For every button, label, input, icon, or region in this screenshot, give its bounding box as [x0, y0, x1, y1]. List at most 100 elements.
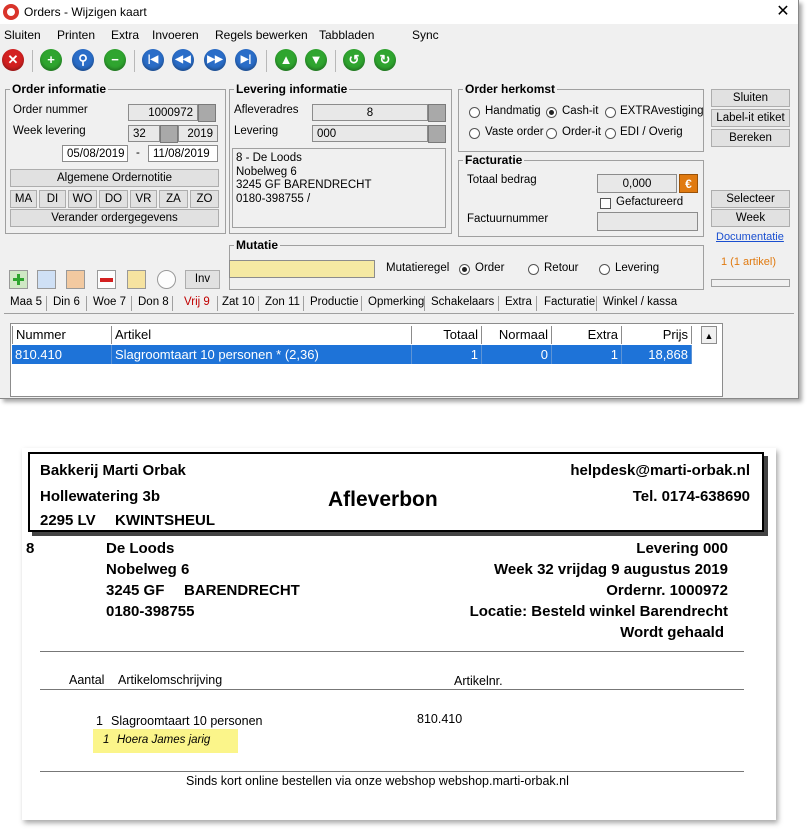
- tab-zon-11[interactable]: Zon 11: [265, 296, 300, 308]
- search-icon[interactable]: ⚲: [72, 49, 94, 71]
- day-zo-button[interactable]: ZO: [190, 190, 219, 208]
- day-di-button[interactable]: DI: [39, 190, 66, 208]
- calculate-button[interactable]: Bereken: [711, 129, 790, 147]
- day-ma-button[interactable]: MA: [10, 190, 37, 208]
- origin-edi-radio[interactable]: [605, 128, 616, 139]
- next-icon[interactable]: ▶▶: [204, 49, 226, 71]
- week-button-side[interactable]: Week: [711, 209, 790, 227]
- column-header-artikel[interactable]: Artikel: [112, 326, 412, 344]
- folder-icon[interactable]: [66, 270, 85, 289]
- notes-icon[interactable]: [127, 270, 146, 289]
- invoice-number-field[interactable]: [597, 212, 698, 231]
- date-to-field[interactable]: 11/08/2019: [148, 145, 218, 162]
- change-order-data-button[interactable]: Verander ordergegevens: [10, 209, 219, 227]
- tab-opmerking[interactable]: Opmerking: [368, 296, 424, 308]
- orders-window: Orders - Wijzigen kaart ✕ Sluiten Printe…: [0, 0, 799, 399]
- origin-cashit-radio[interactable]: [546, 107, 557, 118]
- address-lookup-button[interactable]: [428, 104, 446, 122]
- week-field[interactable]: 32: [128, 125, 160, 142]
- column-header-nummer[interactable]: Nummer: [12, 326, 112, 344]
- address-field[interactable]: 8: [312, 104, 428, 121]
- delivery-field[interactable]: 000: [312, 125, 428, 142]
- toolbar-separator: [32, 50, 33, 72]
- divider: [40, 651, 744, 652]
- tab-extra[interactable]: Extra: [505, 296, 532, 308]
- tab-schakelaars[interactable]: Schakelaars: [431, 296, 494, 308]
- tab-din-6[interactable]: Din 6: [53, 296, 80, 308]
- add-row-icon[interactable]: [9, 270, 28, 289]
- address-line: 0180-398755 /: [236, 192, 311, 205]
- mutation-order-radio[interactable]: [459, 264, 470, 275]
- general-order-note-button[interactable]: Algemene Ordernotitie: [10, 169, 219, 187]
- order-number-field: 1000972: [128, 104, 198, 121]
- toolbar-separator: [134, 50, 135, 72]
- column-header-totaal[interactable]: Totaal: [412, 326, 482, 344]
- year-field[interactable]: 2019: [178, 125, 218, 142]
- mutation-levering-label: Levering: [615, 262, 660, 274]
- day-za-button[interactable]: ZA: [159, 190, 188, 208]
- prev-icon[interactable]: ◀◀: [172, 49, 194, 71]
- column-description: Artikelomschrijving: [118, 673, 223, 687]
- close-red-icon[interactable]: ✕: [2, 49, 24, 71]
- column-header-normaal[interactable]: Normaal: [482, 326, 552, 344]
- company-name: Bakkerij Marti Orbak: [40, 462, 186, 479]
- origin-extravestiging-radio[interactable]: [605, 107, 616, 118]
- money-icon[interactable]: [37, 270, 56, 289]
- company-phone: Tel. 0174-638690: [632, 488, 750, 505]
- close-button[interactable]: Sluiten: [711, 89, 790, 107]
- day-wo-button[interactable]: WO: [68, 190, 97, 208]
- origin-orderit-radio[interactable]: [546, 128, 557, 139]
- menu-regels-bewerken[interactable]: Regels bewerken: [215, 28, 308, 42]
- first-icon[interactable]: |◀: [142, 49, 164, 71]
- clock-icon[interactable]: [157, 270, 176, 289]
- last-icon[interactable]: ▶|: [235, 49, 257, 71]
- origin-vaste-order-radio[interactable]: [469, 128, 480, 139]
- select-box-button[interactable]: Selecteer Doos: [711, 190, 790, 221]
- menu-sluiten[interactable]: Sluiten: [4, 28, 41, 42]
- delete-row-icon[interactable]: [97, 270, 116, 289]
- menu-sync[interactable]: Sync: [412, 28, 439, 42]
- tab-facturatie[interactable]: Facturatie: [544, 296, 595, 308]
- add-icon[interactable]: +: [40, 49, 62, 71]
- company-city: KWINTSHEUL: [115, 512, 215, 529]
- order-number-lookup-button[interactable]: [198, 104, 216, 122]
- date-from-field[interactable]: 05/08/2019: [62, 145, 128, 162]
- label-it-button[interactable]: Label-it etiket: [711, 109, 790, 127]
- documentation-link[interactable]: Documentatie: [716, 231, 784, 243]
- scroll-up-icon[interactable]: ▲: [701, 326, 717, 344]
- euro-icon[interactable]: €: [679, 174, 698, 193]
- delivery-lookup-button[interactable]: [428, 125, 446, 143]
- receipt-header: Bakkerij Marti Orbak Hollewatering 3b 22…: [28, 452, 764, 532]
- address-line: 8 - De Loods: [236, 152, 302, 164]
- day-vr-button[interactable]: VR: [130, 190, 157, 208]
- tab-winkel-kassa[interactable]: Winkel / kassa: [603, 296, 677, 308]
- down-icon[interactable]: ▼: [305, 49, 327, 71]
- note-text: Hoera James jarig: [117, 734, 211, 746]
- day-do-button[interactable]: DO: [99, 190, 128, 208]
- tab-maa-5[interactable]: Maa 5: [10, 296, 42, 308]
- mutation-input[interactable]: [229, 260, 375, 278]
- menu-invoeren[interactable]: Invoeren: [152, 28, 199, 42]
- tab-woe-7[interactable]: Woe 7: [93, 296, 126, 308]
- inv-button[interactable]: Inv: [185, 270, 220, 289]
- tab-productie[interactable]: Productie: [310, 296, 359, 308]
- mutation-retour-radio[interactable]: [528, 264, 539, 275]
- column-header-prijs[interactable]: Prijs: [622, 326, 692, 344]
- menu-printen[interactable]: Printen: [57, 28, 95, 42]
- redo-icon[interactable]: ↻: [374, 49, 396, 71]
- menu-extra[interactable]: Extra: [111, 28, 139, 42]
- remove-icon[interactable]: −: [104, 49, 126, 71]
- week-label: Week levering: [13, 125, 86, 137]
- invoiced-checkbox[interactable]: [600, 198, 611, 209]
- tab-don-8[interactable]: Don 8: [138, 296, 169, 308]
- origin-handmatig-radio[interactable]: [469, 107, 480, 118]
- mutation-levering-radio[interactable]: [599, 264, 610, 275]
- week-button[interactable]: [160, 125, 178, 143]
- up-icon[interactable]: ▲: [275, 49, 297, 71]
- column-header-extra[interactable]: Extra: [552, 326, 622, 344]
- tab-vrij-9[interactable]: Vrij 9: [184, 296, 210, 308]
- tab-zat-10[interactable]: Zat 10: [222, 296, 255, 308]
- undo-icon[interactable]: ↺: [343, 49, 365, 71]
- window-close-button[interactable]: ✕: [773, 2, 793, 22]
- menu-tabbladen[interactable]: Tabbladen: [319, 28, 374, 42]
